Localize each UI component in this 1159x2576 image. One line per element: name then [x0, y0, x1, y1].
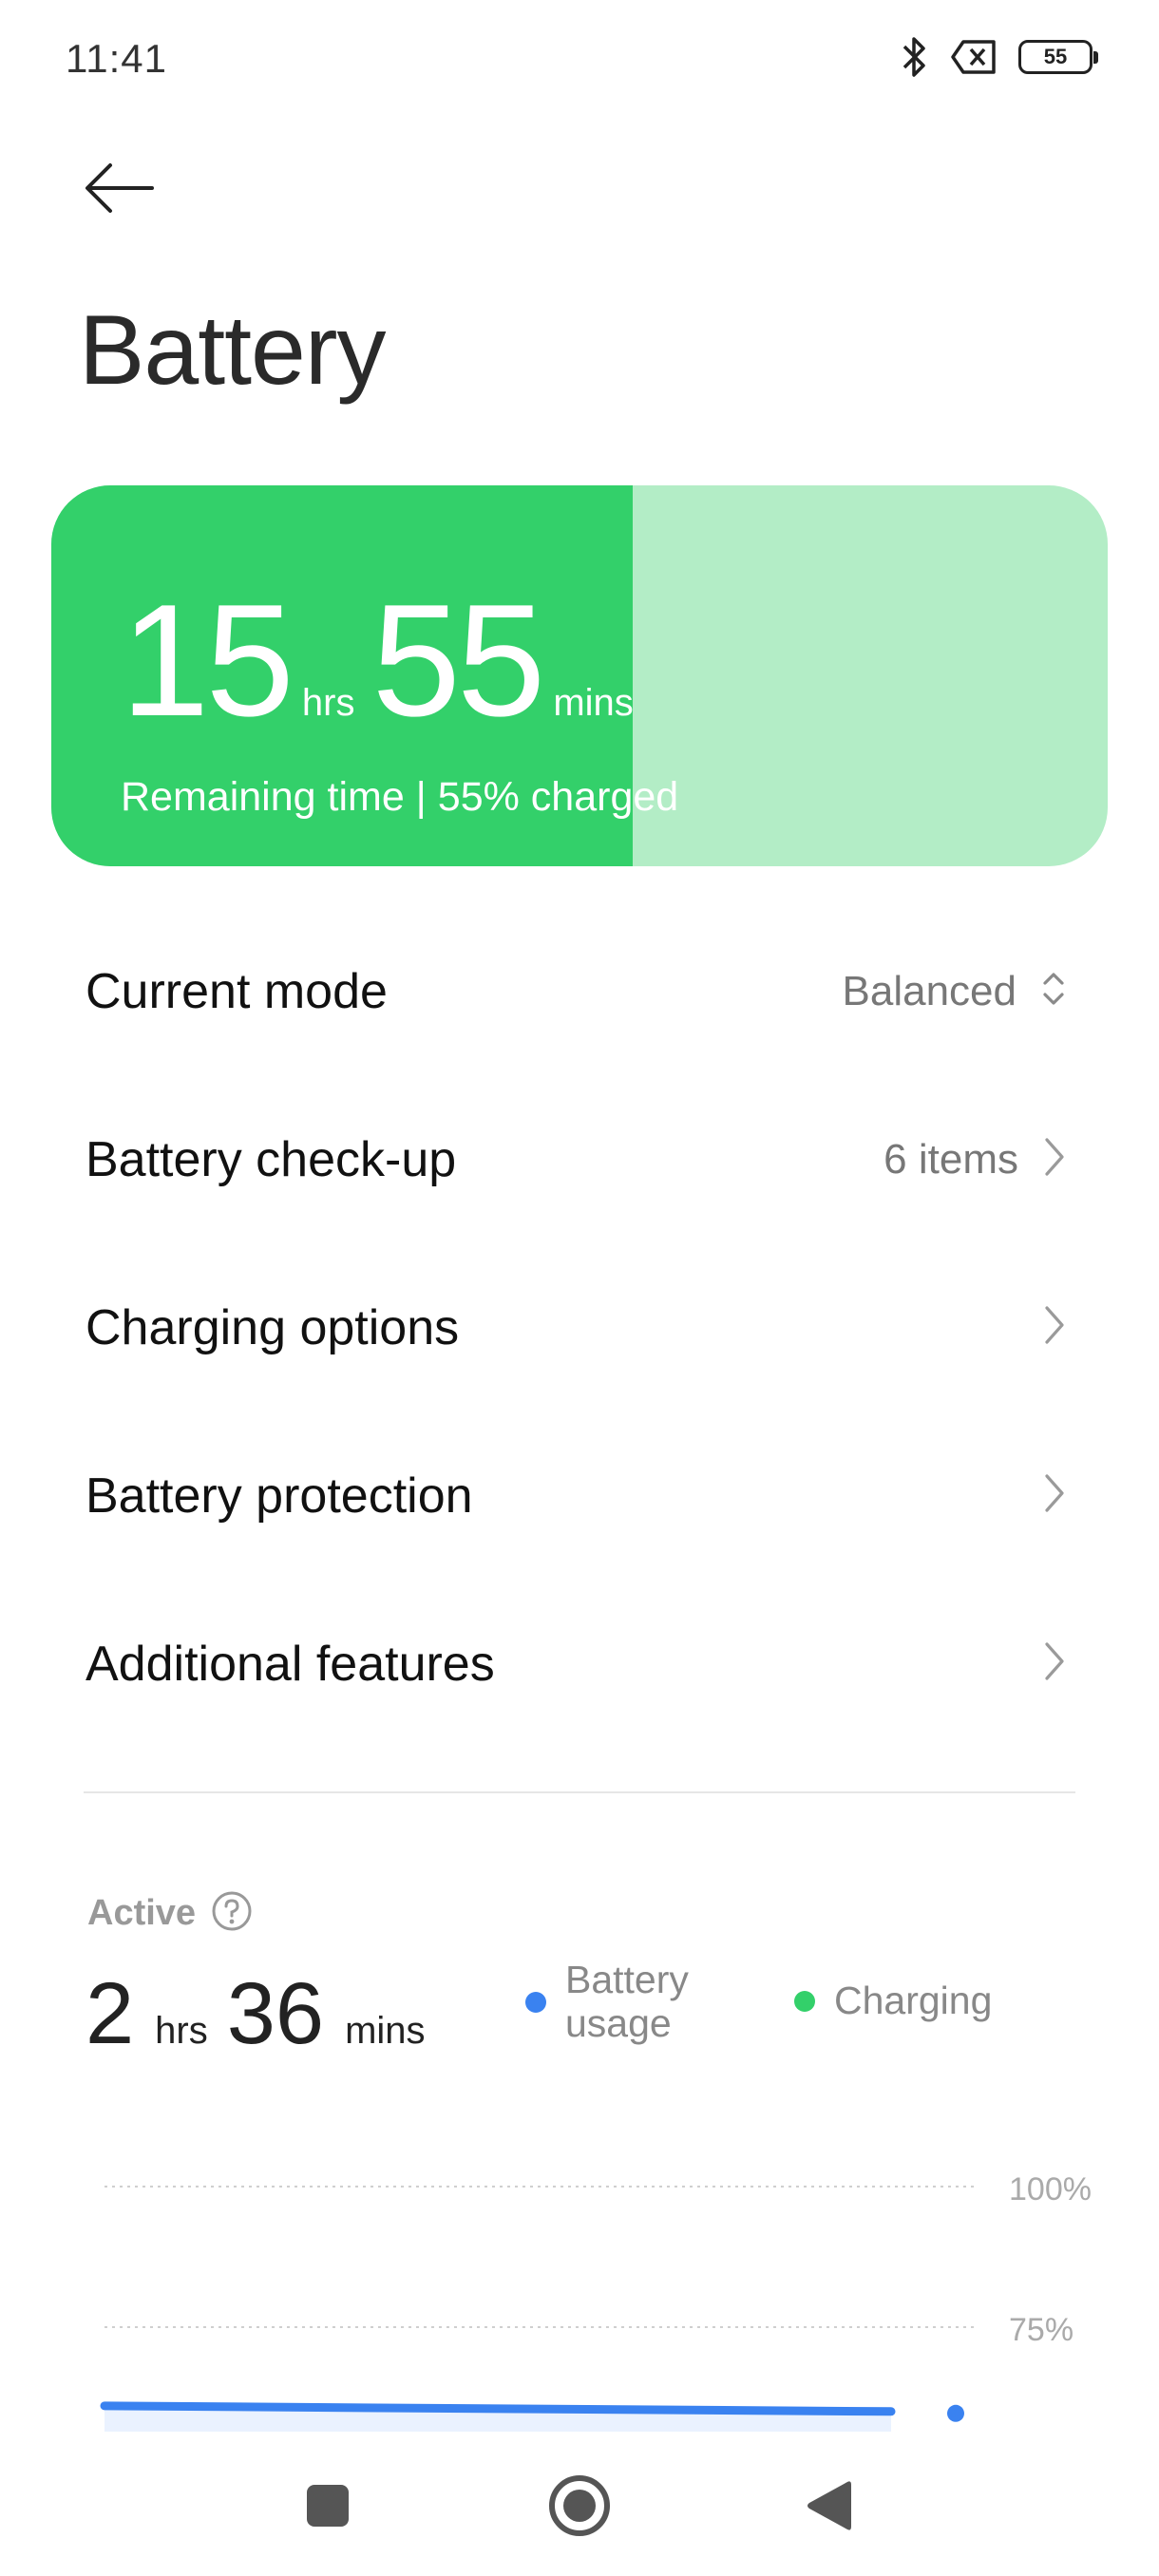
- remaining-minutes-unit: mins: [553, 682, 634, 724]
- chevron-right-icon: [1043, 1136, 1066, 1183]
- legend-battery-line1: Battery: [565, 1958, 689, 2001]
- y-tick-100: 100%: [1009, 2171, 1092, 2207]
- battery-check-up-row[interactable]: Battery check-up 6 items: [0, 1075, 1159, 1243]
- legend-battery-usage: Battery usage: [525, 1958, 689, 2046]
- battery-protection-row[interactable]: Battery protection: [0, 1411, 1159, 1580]
- navigation-bar: [0, 2432, 1159, 2576]
- remaining-hours-unit: hrs: [301, 682, 355, 724]
- battery-icon: 55: [1018, 40, 1098, 74]
- battery-level-text: 55: [1043, 45, 1068, 68]
- active-hours-unit: hrs: [155, 2010, 208, 2052]
- help-icon[interactable]: [211, 1890, 253, 1937]
- back-nav-button[interactable]: [781, 2460, 876, 2555]
- current-mode-value: Balanced: [842, 967, 1016, 1014]
- y-tick-75: 75%: [1009, 2312, 1074, 2348]
- row-label: Charging options: [86, 1299, 460, 1355]
- status-time: 11:41: [66, 36, 167, 81]
- no-sim-icon: [950, 39, 998, 75]
- row-label: Additional features: [86, 1636, 495, 1692]
- battery-card-content: 15 hrs 55 mins Remaining time | 55% char…: [121, 580, 678, 821]
- status-icons: 55: [901, 34, 1098, 80]
- battery-remaining-card: 15 hrs 55 mins Remaining time | 55% char…: [51, 485, 1108, 866]
- battery-usage-line: [100, 2401, 896, 2416]
- chevron-right-icon: [1043, 1640, 1066, 1687]
- legend-dot-battery: [525, 1991, 546, 2013]
- bluetooth-icon: [901, 35, 929, 79]
- up-down-chevron-icon: [1041, 970, 1066, 1013]
- active-time: 2 hrs 36 mins: [86, 1964, 445, 2064]
- current-mode-row[interactable]: Current mode Balanced: [0, 907, 1159, 1075]
- legend-charging: Charging: [794, 1979, 992, 2023]
- home-icon: [547, 2473, 612, 2543]
- divider: [84, 1791, 1075, 1793]
- remaining-minutes: 55: [371, 571, 545, 749]
- active-label: Active: [87, 1893, 197, 1933]
- remaining-subtitle: Remaining time | 55% charged: [121, 774, 679, 820]
- legend-battery-label: Battery usage: [565, 1958, 689, 2046]
- recents-icon: [305, 2483, 351, 2533]
- active-minutes-unit: mins: [345, 2010, 426, 2052]
- page-title: Battery: [79, 295, 386, 406]
- legend-dot-charging: [794, 1990, 815, 2012]
- row-label: Battery protection: [86, 1468, 473, 1524]
- chevron-right-icon: [1043, 1304, 1066, 1351]
- back-button[interactable]: [74, 150, 165, 230]
- legend-battery-line2: usage: [565, 2000, 672, 2045]
- row-label: Current mode: [86, 963, 388, 1019]
- active-minutes: 36: [226, 1965, 325, 2062]
- settings-list: Current mode Balanced Battery check-up 6…: [0, 907, 1159, 1748]
- home-button[interactable]: [532, 2460, 627, 2555]
- charging-options-row[interactable]: Charging options: [0, 1243, 1159, 1411]
- row-label: Battery check-up: [86, 1131, 457, 1187]
- additional-features-row[interactable]: Additional features: [0, 1580, 1159, 1748]
- active-header: Active: [87, 1890, 253, 1937]
- legend-charging-label: Charging: [834, 1979, 993, 2022]
- remaining-hours: 15: [121, 571, 294, 749]
- arrow-left-icon: [84, 161, 156, 219]
- back-icon: [804, 2478, 853, 2538]
- recents-button[interactable]: [280, 2460, 375, 2555]
- chevron-right-icon: [1043, 1472, 1066, 1519]
- status-bar: 11:41 55: [0, 0, 1159, 123]
- active-hours: 2: [86, 1965, 135, 2062]
- check-up-count: 6 items: [884, 1135, 1018, 1183]
- battery-usage-chart: 100% 75%: [100, 2171, 1092, 2432]
- battery-usage-end-point: [947, 2404, 964, 2422]
